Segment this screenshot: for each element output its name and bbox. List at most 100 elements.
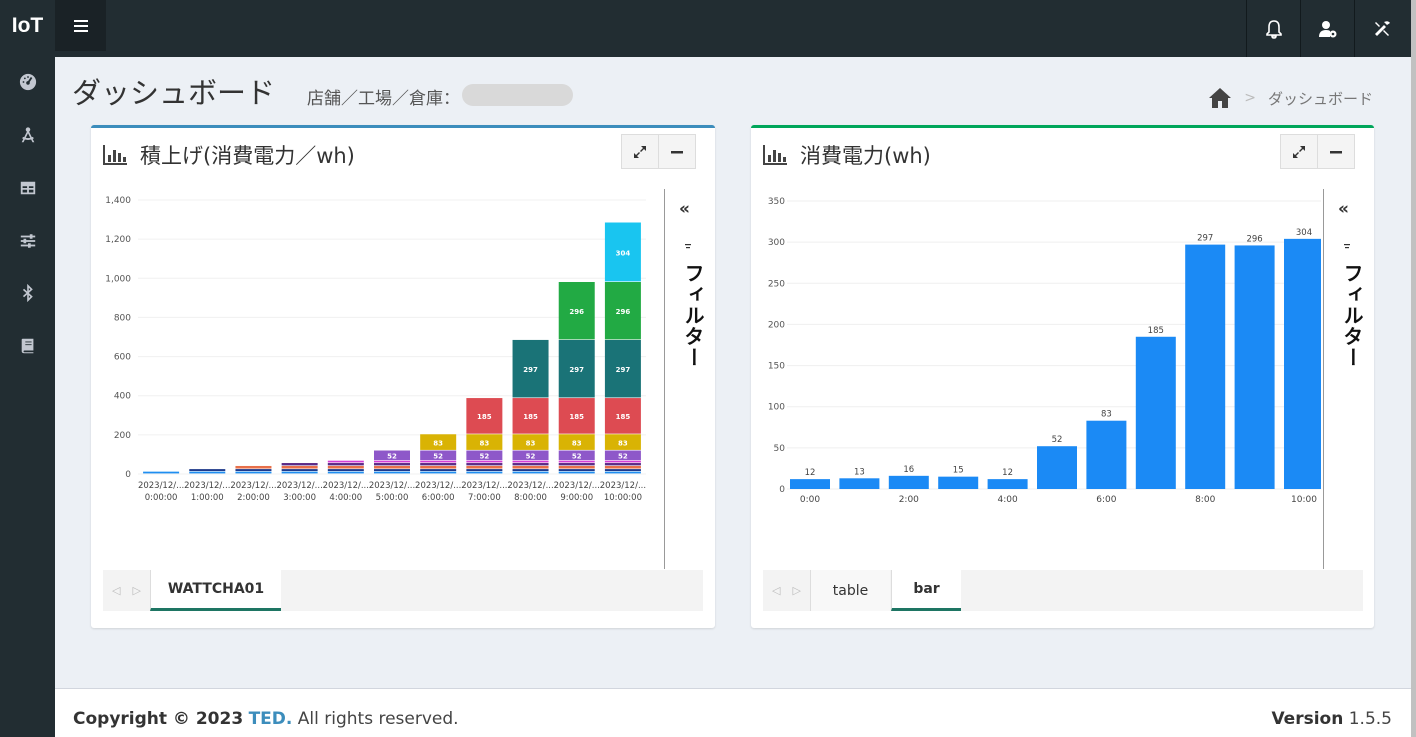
y-tick-label: 250 [768,279,785,289]
y-tick-label: 300 [768,238,785,248]
tab-next-icon[interactable]: ▷ [793,584,801,597]
bar-segment [420,465,457,469]
book-icon[interactable] [0,331,55,361]
bar-value-label: 297 [523,366,538,374]
copyright: Copyright © 2023 TED. All rights reserve… [73,709,459,729]
card-title-text: 積上げ(消費電力／wh) [140,144,355,168]
tab-prev-icon[interactable]: ◁ [112,584,120,597]
bluetooth-icon[interactable] [0,278,55,308]
bar-segment [512,469,549,472]
bar-value-label: 52 [479,453,489,461]
tab-scroll-arrows[interactable]: ◁ ▷ [103,570,150,611]
bar-segment [558,471,595,474]
page-title: ダッシュボード [72,76,276,110]
bar-value-label: 52 [1052,435,1063,445]
y-tick-label: 600 [114,353,131,363]
bar-segment [420,463,457,466]
x-tick-label: 4:00 [997,495,1017,503]
bar-segment [327,463,364,466]
drafting-compass-icon[interactable] [0,120,55,150]
user-gear-icon[interactable] [1300,0,1354,57]
bar-value-label: 16 [903,465,914,475]
collapse-button[interactable] [658,134,696,169]
tools-icon[interactable] [1354,0,1408,57]
bar [1135,336,1176,489]
bar-value-label: 185 [569,413,584,421]
bar-segment [604,460,641,463]
scrollbar[interactable] [1411,0,1416,737]
bar-segment [420,460,457,463]
bell-icon[interactable] [1246,0,1300,57]
brand-logo[interactable]: IoT [0,0,55,51]
table-icon[interactable] [0,173,55,203]
version-number: 1.5.5 [1348,709,1392,729]
card-title: 消費電力(wh) [763,140,931,170]
bar-segment [327,471,364,474]
home-icon[interactable] [1208,87,1232,109]
bar-segment [604,469,641,472]
bar-value-label: 297 [569,366,584,374]
bar-segment [558,460,595,463]
breadcrumb-current: ダッシュボード [1267,89,1373,108]
breadcrumb-separator: > [1244,90,1256,106]
rights-text: All rights reserved. [297,709,459,729]
bar-segment [281,471,318,474]
bar [1284,238,1321,489]
company-link[interactable]: TED. [249,709,293,729]
tab-scroll-arrows[interactable]: ◁ ▷ [763,570,810,611]
bar-value-label: 296 [1246,234,1262,244]
bar-value-label: 185 [616,413,631,421]
x-tick-label-time: 4:00:00 [329,493,362,503]
collapse-button[interactable] [1317,134,1355,169]
y-tick-label: 1,200 [105,235,131,245]
sliders-icon[interactable] [0,226,55,256]
bar [1086,420,1127,489]
filter-label[interactable]: フィルター [679,263,708,368]
bar-segment [281,469,318,472]
filter-label[interactable]: フィルター [1338,263,1367,368]
bar-segment [189,469,226,472]
tab-bar[interactable]: bar [891,570,961,611]
x-tick-label-date: 2023/12/... [323,481,369,491]
bar-segment [466,465,503,469]
filter-pane[interactable]: « フィルター [1323,189,1374,569]
expand-button[interactable] [621,134,659,169]
bar-segment [143,471,180,474]
bar [987,479,1028,489]
bar-segment [512,471,549,474]
x-tick-label: 10:00 [1291,495,1317,503]
menu-icon[interactable] [55,0,106,51]
collapse-filter-icon[interactable]: « [679,199,690,219]
bar-segment [374,460,410,463]
tab-next-icon[interactable]: ▷ [133,584,141,597]
bar-value-label: 12 [805,468,816,478]
x-tick-label-time: 0:00:00 [145,493,178,503]
collapse-filter-icon[interactable]: « [1338,199,1349,219]
tab-table[interactable]: table [810,570,890,611]
expand-button[interactable] [1280,134,1318,169]
bar-segment [374,465,410,469]
bar-value-label: 13 [854,467,865,477]
y-tick-label: 350 [768,197,785,207]
x-tick-label-date: 2023/12/... [554,481,600,491]
bar-segment [512,460,549,463]
tab-prev-icon[interactable]: ◁ [772,584,780,597]
x-tick-label-date: 2023/12/... [138,481,184,491]
y-tick-label: 200 [114,431,131,441]
x-tick-label: 2:00 [899,495,919,503]
power-card: 消費電力(wh) 0 50 100 150 200 250 300 350 12 0:00 13 16… [751,125,1374,628]
expand-icon [634,145,646,158]
dashboard-gauge-icon[interactable] [0,67,55,97]
store-value-redacted [462,84,573,106]
filter-icon [1344,244,1350,249]
tab-wattcha01[interactable]: WATTCHA01 [150,570,281,611]
bar-segment [466,460,503,463]
bar [938,476,979,489]
sidebar: IoT [0,0,55,737]
filter-pane[interactable]: « フィルター [664,189,715,569]
bar-value-label: 185 [477,413,492,421]
bar-value-label: 83 [618,439,628,447]
bar-segment [327,460,364,463]
bar [1037,446,1077,489]
y-tick-label: 800 [114,313,131,323]
